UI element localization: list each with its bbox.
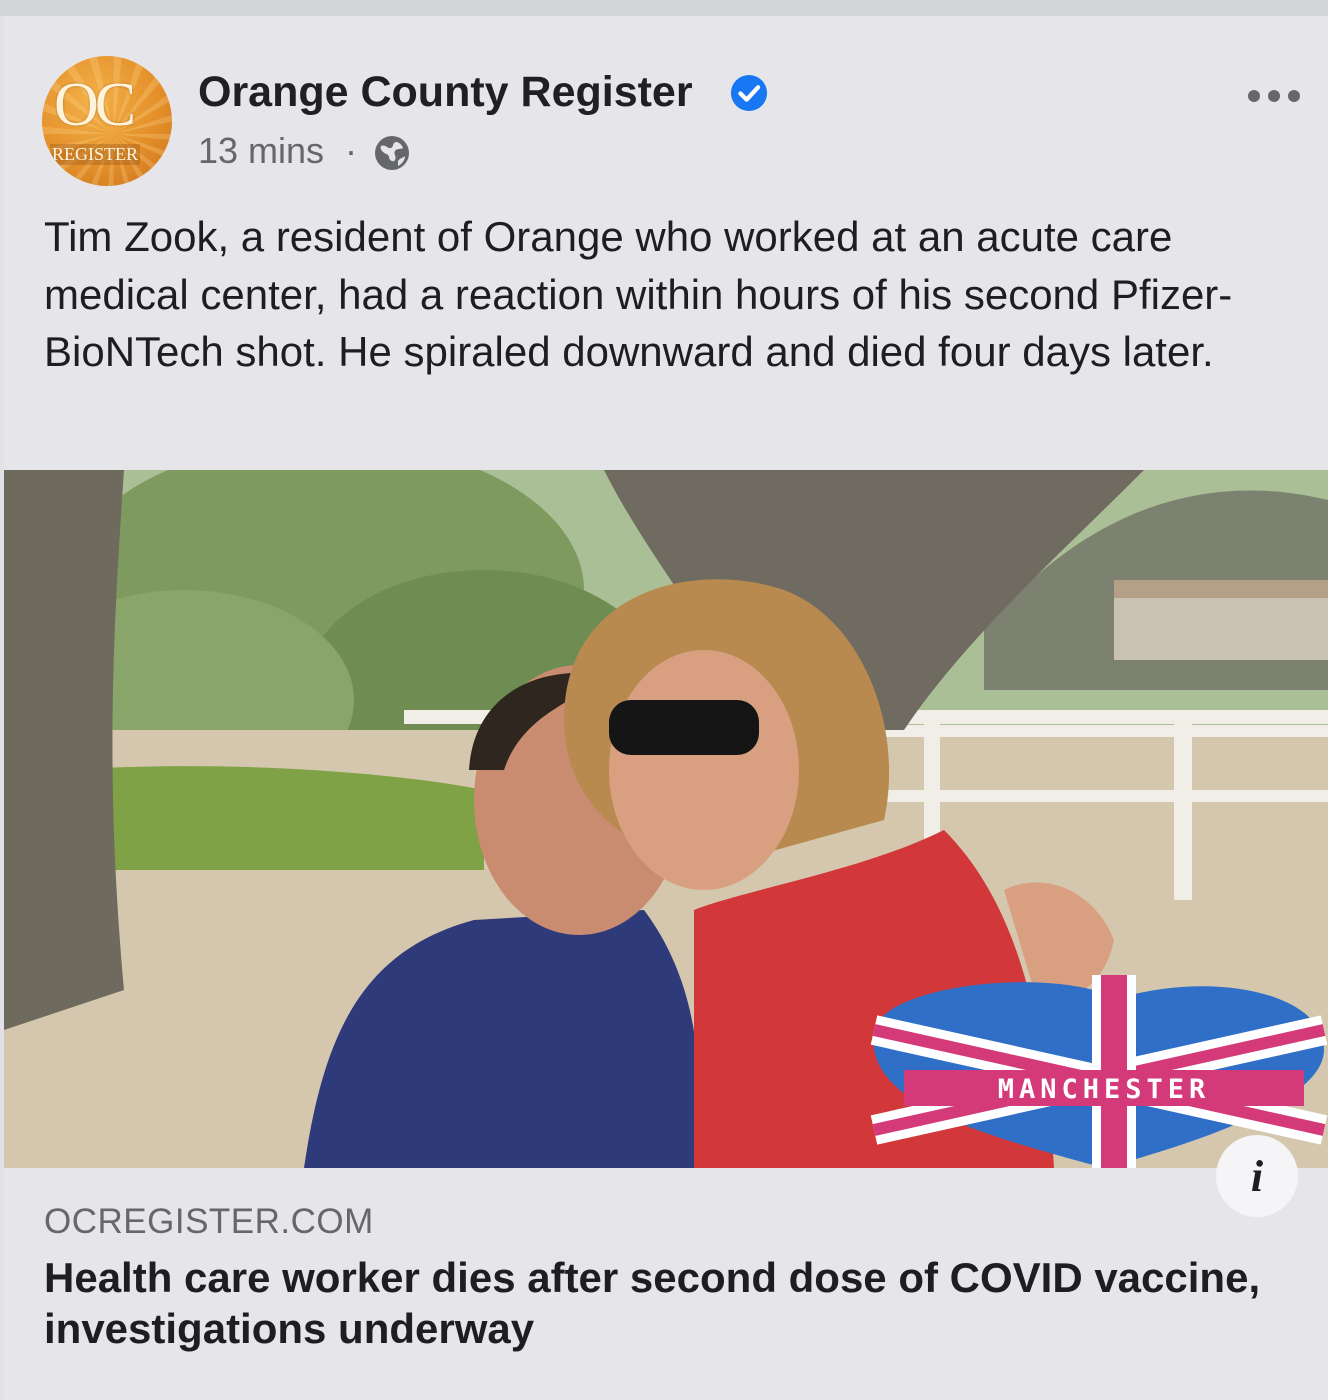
page-avatar[interactable]: OC REGISTER [42, 56, 172, 186]
avatar-logo-text: OC [54, 71, 136, 139]
page-name-link[interactable]: Orange County Register [198, 68, 693, 117]
photo-scene: MANCHESTER [4, 470, 1328, 1168]
link-headline[interactable]: Health care worker dies after second dos… [44, 1252, 1284, 1354]
top-strip [0, 0, 1328, 16]
avatar-logo-subtext: REGISTER [50, 144, 141, 165]
post-message: Tim Zook, a resident of Orange who worke… [44, 213, 1233, 375]
manchester-sticker-text: MANCHESTER [998, 1074, 1211, 1105]
separator-dot: · [345, 130, 357, 171]
link-preview-image[interactable]: MANCHESTER [4, 470, 1328, 1168]
globe-icon[interactable] [372, 133, 412, 173]
link-domain[interactable]: OCREGISTER.COM [44, 1202, 374, 1242]
verified-badge-icon [730, 74, 768, 112]
post-timestamp[interactable]: 13 mins [198, 130, 324, 172]
info-icon[interactable]: i [1216, 1135, 1298, 1217]
more-options-icon[interactable] [1246, 86, 1302, 106]
